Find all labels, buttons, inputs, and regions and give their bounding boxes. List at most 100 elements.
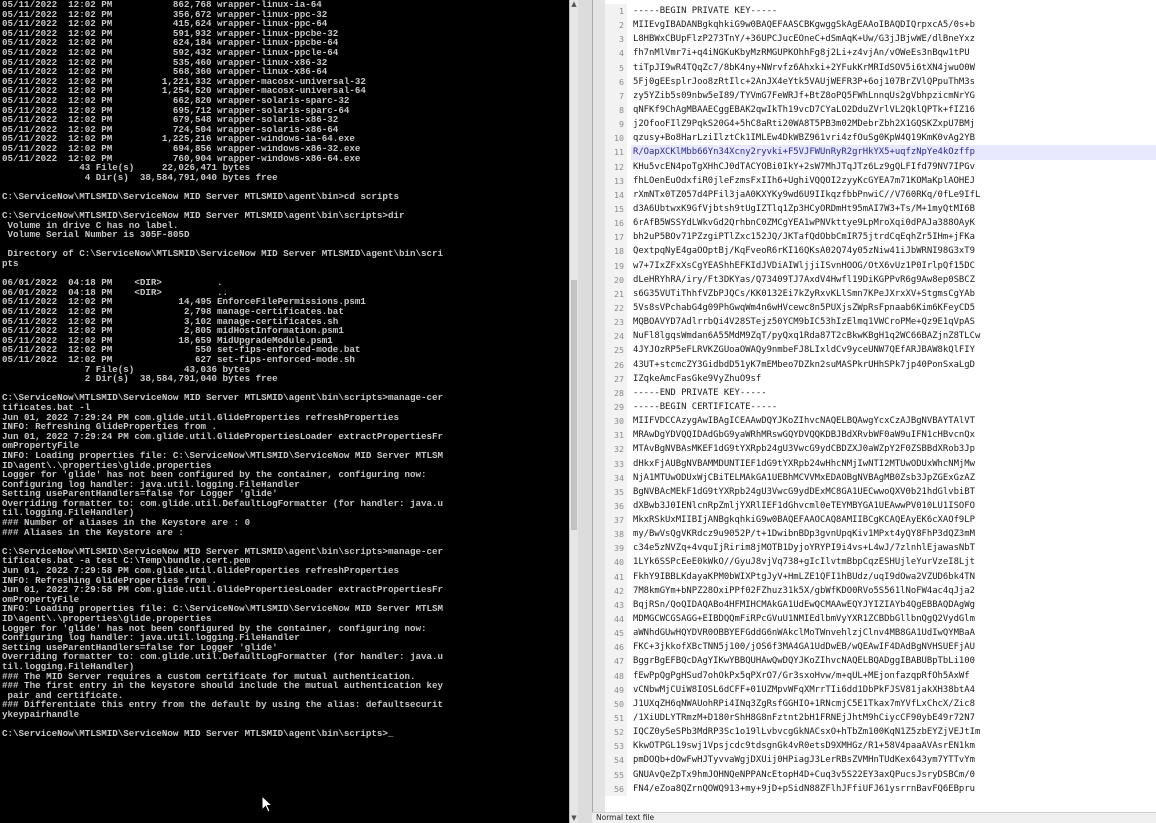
editor-line[interactable]: tiTpJI9wR4TQqZc7/8bK4ny+NWrvfz6Ahxki+2YF… <box>631 61 1156 75</box>
editor-line[interactable]: J1UXqZH6qNWAUohRPi4INq3ZgRsfGGHIO+1RNcmj… <box>631 697 1156 711</box>
editor-line[interactable]: fh7nMlVmr7i+q4iNGKuKbyMzRMGUPKOhhFg8j2Li… <box>631 46 1156 60</box>
editor-line[interactable]: MRAwDgYDVQQIDAdGbG9yaWRhMRswGQYDVQQKDBJB… <box>631 428 1156 442</box>
console-scrollbar[interactable]: ▲ ▼ <box>569 0 578 823</box>
line-number: 54 <box>614 755 624 766</box>
editor-margin <box>593 0 605 812</box>
line-number: 28 <box>614 387 624 398</box>
editor-line[interactable]: KHu5vcEN4poTgXHhCJ0dTACYOBi0IkY+2sW7MhJT… <box>631 160 1156 174</box>
window-divider <box>578 0 592 823</box>
editor-line[interactable]: /1XiUDLYTRmzM+D180rShH8G8nFztnt2bH1FRNEj… <box>631 711 1156 725</box>
scroll-down-arrow-icon[interactable]: ▼ <box>570 814 578 823</box>
editor-line[interactable]: MkxRSkUxMIIBIjANBgkqhkiG9w0BAQEFAAOCAQ8A… <box>631 513 1156 527</box>
editor-line[interactable]: 7M8kmGYm+bNPZ28OxiPPf02FZhuz31k5X/gbWfKD… <box>631 584 1156 598</box>
editor-line[interactable]: qNFKf9ChAgMBAAECggEBAK2qwIkTh19vcD7CYaLO… <box>631 103 1156 117</box>
editor-line[interactable]: BgNVBAcMEkF1dG9tYXRpb24gU3VwcG9ydDExMC8G… <box>631 485 1156 499</box>
editor-line[interactable]: my/BwVsQgVKRdcz9u9052P/t+1DwibnBDp3gvnUp… <box>631 527 1156 541</box>
editor-content[interactable]: -----BEGIN PRIVATE KEY----- MIIEvgIBADANB… <box>631 4 1156 796</box>
editor-line[interactable]: BqjRSn/QoQIDAQABo4HFMIHCMAkGA1UdEwQCMAAw… <box>631 598 1156 612</box>
line-number: 40 <box>614 557 624 568</box>
editor-line[interactable]: NuFl8lgqsWmdan6A55MdM9ZqT/pyQxq1Rda87T2c… <box>631 329 1156 343</box>
line-numbers: 1 2 3 4 5 6 7 8 9 10 11 12 13 14 15 16 17 18 19 20 21 22 23 24 2… <box>605 4 627 796</box>
editor-line[interactable]: -----BEGIN PRIVATE KEY----- <box>631 4 1156 18</box>
editor-line[interactable]: s6G35VUTiThhfVZbPJQCs/KK0132Ei7kZyRxvKLl… <box>631 287 1156 301</box>
editor-line[interactable]: FKC+3jkkofXBcTNN5j100/jOS6f3MA4GA1UdDwEB… <box>631 640 1156 654</box>
line-number: 32 <box>614 444 624 455</box>
editor-line[interactable]: zy5YZib5s09nbw5eI89/TYVmG7FeWRJf+BtZ8oPQ… <box>631 89 1156 103</box>
line-number: 23 <box>614 317 624 328</box>
line-number: 5 <box>619 62 624 73</box>
editor-line[interactable]: pmDOQb+dOwFwHJTyvvaWgjDXUij0HPiagJ3LerRB… <box>631 753 1156 767</box>
line-number: 43 <box>614 599 624 610</box>
editor-line[interactable]: GNUAvQeZpTx9hmJOHNQeNPPANcEtopH4D+Cuq3v5… <box>631 768 1156 782</box>
line-number: 12 <box>614 161 624 172</box>
editor-line[interactable]: -----BEGIN CERTIFICATE----- <box>631 400 1156 414</box>
line-number: 36 <box>614 500 624 511</box>
line-number: 15 <box>614 203 624 214</box>
scrollbar-thumb[interactable] <box>571 280 577 530</box>
editor-line[interactable]: MIIFVDCCAzygAwIBAgICEAAwDQYJKoZIhvcNAQEL… <box>631 414 1156 428</box>
editor-line[interactable]: c34e5zNVZq+4vquIjRirim8jMOTB1DyjoYRYPI9i… <box>631 541 1156 555</box>
line-number: 17 <box>614 232 624 243</box>
editor-line[interactable]: 1LYk6SSPcEeE0kWkO//GyuJ8vjVq738+gIcIlvtm… <box>631 555 1156 569</box>
editor-line[interactable]: MQBOAVYD7AdlrrbQi4V28STejz50YCM9bIC53hIz… <box>631 315 1156 329</box>
line-number: 50 <box>614 698 624 709</box>
editor-line[interactable]: 6rAfB5WSSYdLWkvGd2QrhbnC0ZMCgYEA1wPNVktt… <box>631 216 1156 230</box>
scroll-up-arrow-icon[interactable]: ▲ <box>570 0 578 9</box>
line-number: 1 <box>619 6 624 16</box>
editor-line[interactable]: 43UT+stcmcZY3GidbdD51yK7mEMbeo7DZkn2suMA… <box>631 358 1156 372</box>
editor-line[interactable]: BggrBgEFBQcDAgYIKwYBBQUHAwQwDQYJKoZIhvcN… <box>631 654 1156 668</box>
editor-line[interactable]: 4JYJOzRP5eFLRVKZGUoaOWAQy9nmbeFJ8LIxldCv… <box>631 343 1156 357</box>
editor-line[interactable]: MDMGCWCGSAGG+EIBDQQmFiRPcGVuU1NMIEdlbmVy… <box>631 612 1156 626</box>
editor-line[interactable]: qzusy+Bo8HarLziIlztCk1IMLEw4DkWBZ961vri4… <box>631 131 1156 145</box>
editor-line[interactable]: KkwOTPGL19swj1Vpsjcdc9tdsgnGk4vR0etsD9XM… <box>631 739 1156 753</box>
line-number: 8 <box>619 104 624 115</box>
line-number: 6 <box>619 76 624 87</box>
editor-line[interactable]: fEwPpQgPgHSud7ohOkPx5qPXrO7/Gr3sxoHvw/m+… <box>631 669 1156 683</box>
editor-line[interactable]: R/OapXCKlMbb66Yn34Xcny2ryvki+F5VJFWUnRyR… <box>631 145 1156 160</box>
line-number: 18 <box>614 246 624 257</box>
editor-line[interactable]: d3A6UbtwxK9GfVjbtsh9tUgIZTlq1Zp3HCyORDmH… <box>631 202 1156 216</box>
editor-line[interactable]: FkhY9IBBLKdayaKPM0bWIXPtgJyV+HmLZE1QFI1h… <box>631 570 1156 584</box>
editor-line[interactable]: j2OfooFIlZ9PqkS20G4+5hC8aRti20WA8T5PB3m0… <box>631 117 1156 131</box>
editor-line[interactable]: 5Fj0gEEsplrJoo8zRtIlc+2AnJX4eYtk5VAUjWEF… <box>631 75 1156 89</box>
text-editor[interactable]: 1 2 3 4 5 6 7 8 9 10 11 12 13 14 15 16 17 18 19 20 21 22 23 24 2… <box>592 0 1156 812</box>
line-number: 45 <box>614 628 624 639</box>
line-number: 11 <box>614 147 624 158</box>
line-number: 51 <box>614 713 624 724</box>
editor-line[interactable]: vCNbwMjCUiW8IOSL6dCFF+01UZMpvWFqXMrrTIi6… <box>631 683 1156 697</box>
editor-line[interactable]: MTAvBgNVBAsMKEF1dG9tYXRpb24gU3VwcG9ydCBD… <box>631 442 1156 456</box>
line-number: 48 <box>614 670 624 681</box>
line-number: 13 <box>614 175 624 186</box>
editor-line[interactable]: dLeHRYhRA/iry/Ft3DKYas/Q73409TJ7AxdV4Hwf… <box>631 273 1156 287</box>
editor-line[interactable]: fhLOenEuOdxfiR0jleFzmsFxIIh6+UghiVQQOI2z… <box>631 174 1156 188</box>
editor-line[interactable]: NjA1MTUwODUxWjCBiTELMAkGA1UEBhMCVVMxEDAO… <box>631 471 1156 485</box>
line-number: 41 <box>614 571 624 582</box>
editor-line[interactable]: IZqkeAmcFasGke9VyZhuO9sf <box>631 372 1156 386</box>
editor-line[interactable]: dXBwb3J0IENlcnRpZmljYXRlIEF1dGhvcml0eTEY… <box>631 499 1156 513</box>
console-output[interactable]: 05/11/2022 12:02 PM 862,768 wrapper-linu… <box>2 0 570 739</box>
line-number: 19 <box>614 260 624 271</box>
editor-line[interactable]: rXmNTx0TZ057d4PFil3jaA0KXYKy9wd6U9IIkqzf… <box>631 188 1156 202</box>
editor-line[interactable]: aWNhdGUwHQYDVR0OBBYEFGddG6nWAkclMoTWnveh… <box>631 626 1156 640</box>
line-number: 24 <box>614 331 624 342</box>
editor-line[interactable]: MIIEvgIBADANBgkqhkiG9w0BAQEFAASCBKgwggSk… <box>631 18 1156 32</box>
line-number: 56 <box>614 783 624 794</box>
line-number: 30 <box>614 416 624 427</box>
editor-line[interactable]: IQCZ0ySeSPb3MdRP3Sc1o19lLvbvcgGkNACsxO+h… <box>631 725 1156 739</box>
editor-line[interactable]: dHkxFjAUBgNVBAMMDUNTIEF1dG9tYXRpb24wHhcN… <box>631 457 1156 471</box>
command-prompt-window[interactable]: 05/11/2022 12:02 PM 862,768 wrapper-linu… <box>0 0 578 823</box>
editor-line[interactable]: bh2uP5BOv71PZzgiPTlZxc152JQ/JKTafQdObbCm… <box>631 230 1156 244</box>
editor-line[interactable]: L8HBWxCBUpFlzP273TnY/+36UPCJucEOneC+dSmA… <box>631 32 1156 46</box>
line-number: 37 <box>614 515 624 526</box>
line-number: 2 <box>619 20 624 31</box>
line-number: 47 <box>614 656 624 667</box>
line-number: 27 <box>614 373 624 384</box>
editor-line[interactable]: -----END PRIVATE KEY----- <box>631 386 1156 400</box>
editor-line[interactable]: FN4/eZoa8QZrnQOWQ913+my+9jD+pSidN88ZFlhJ… <box>631 782 1156 796</box>
editor-line[interactable]: w7+7IxZFxXsCgYEAShhEFKIdJVDiAIWljjiISvnH… <box>631 259 1156 273</box>
line-number: 55 <box>614 769 624 780</box>
line-number: 26 <box>614 359 624 370</box>
editor-line[interactable]: QextpqNyE4gaOOptBj/KqFveoR6rKI16QKsA02Q7… <box>631 244 1156 258</box>
editor-line[interactable]: 5Vs8sVPchabG4g09PhGwqWm4n6wHVcewc8n5PUXj… <box>631 301 1156 315</box>
line-number: 4 <box>619 48 624 59</box>
